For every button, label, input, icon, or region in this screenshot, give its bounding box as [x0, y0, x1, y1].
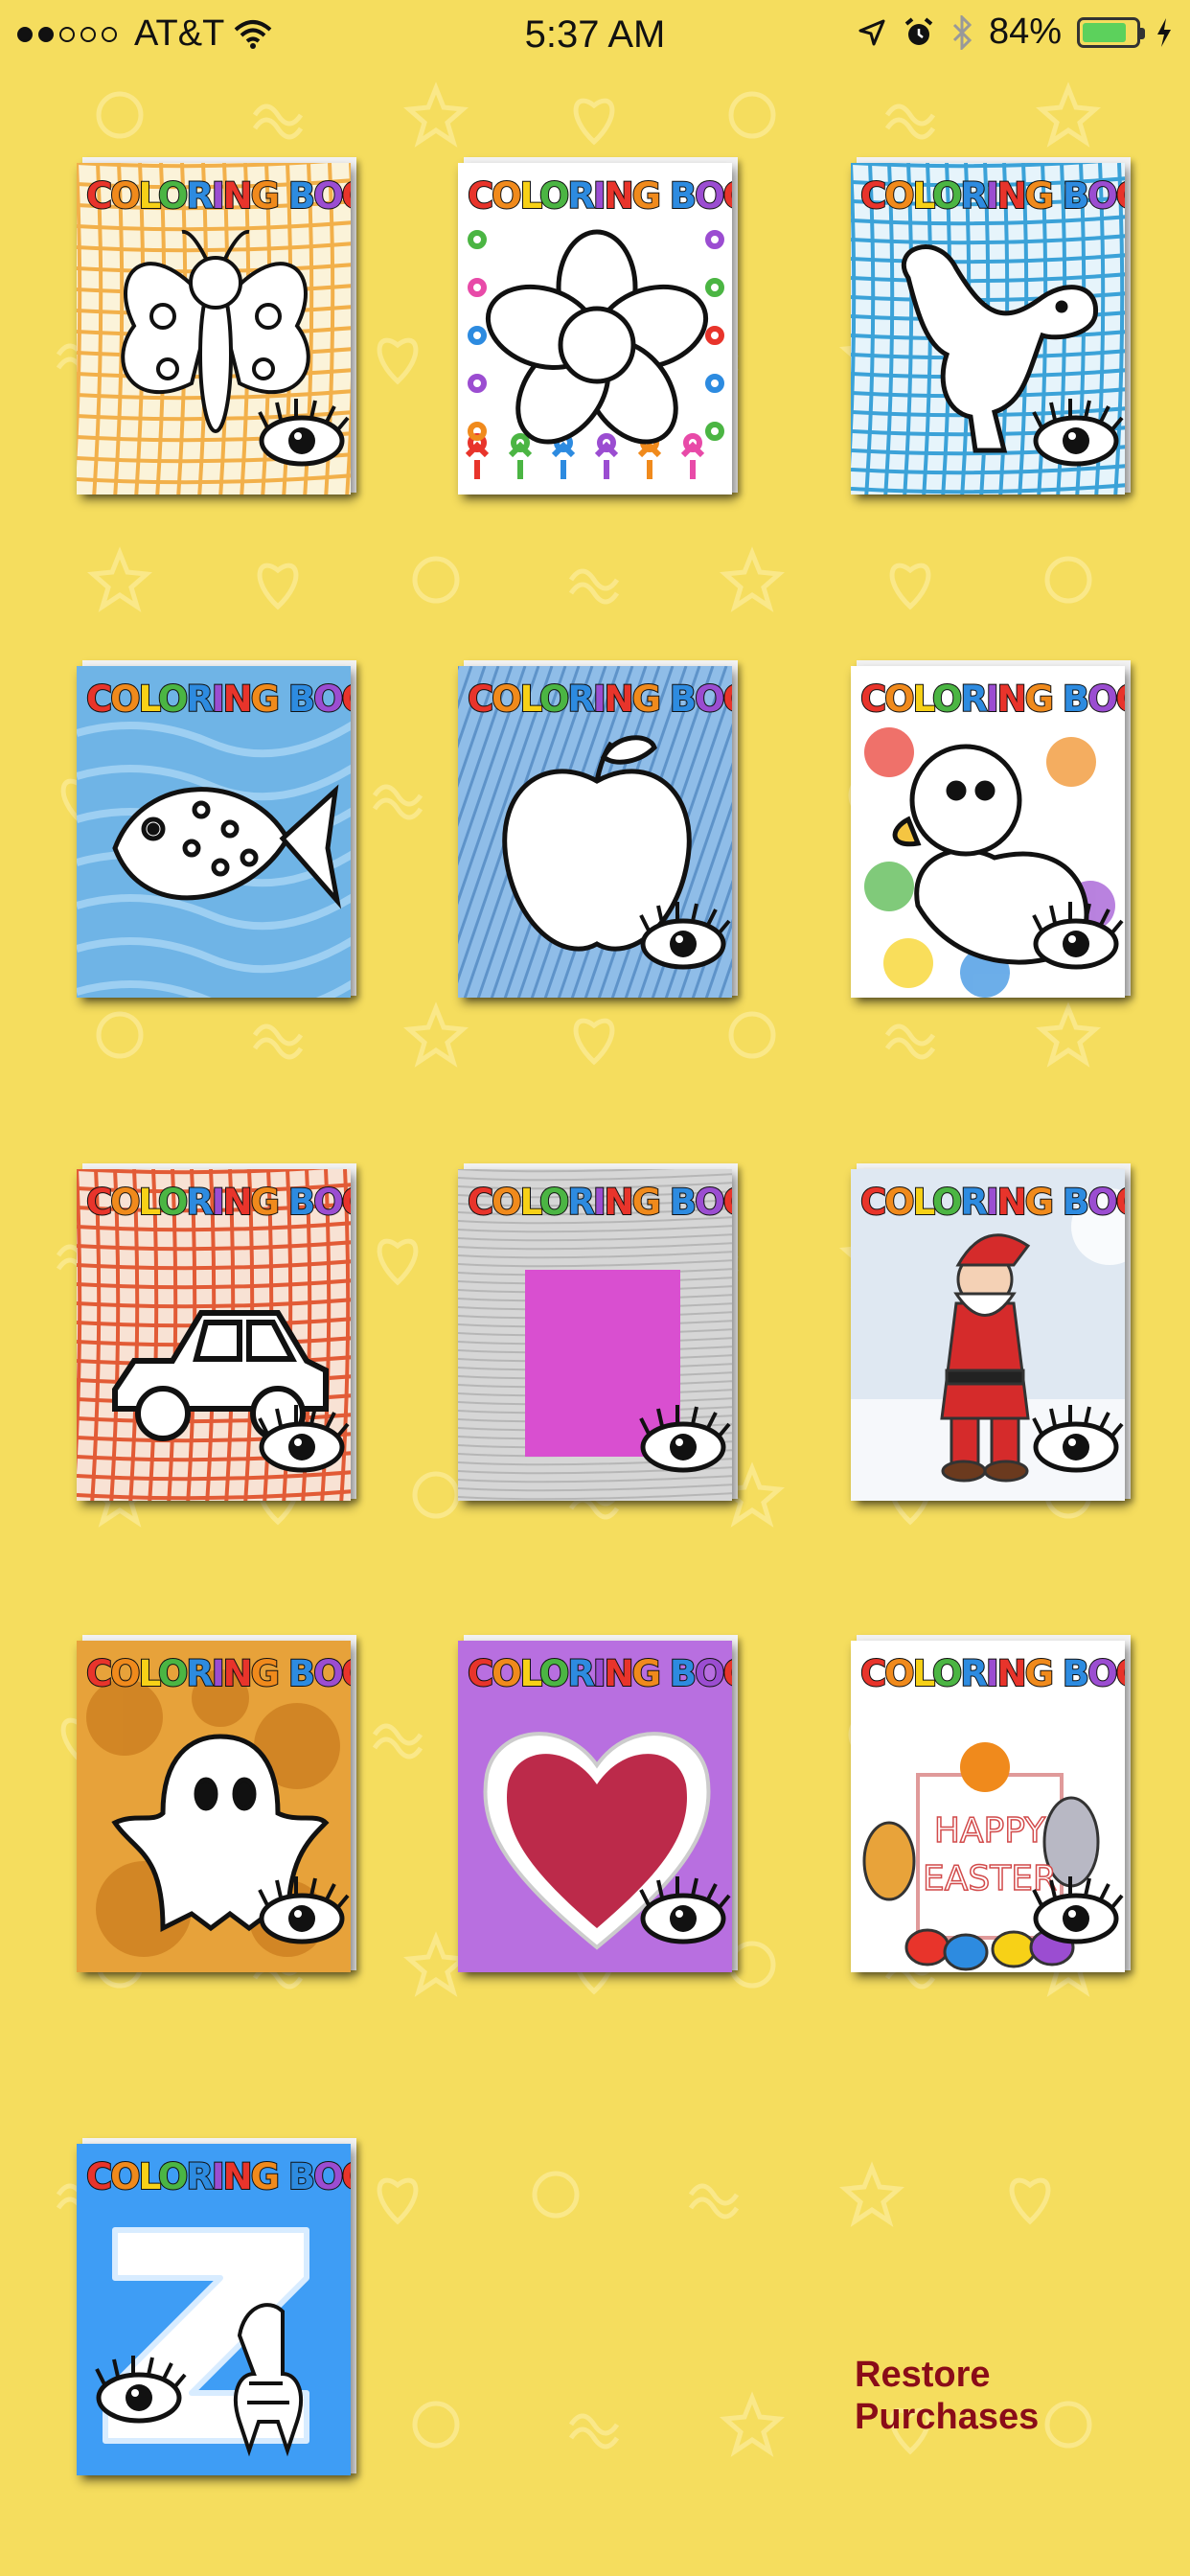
coloring-book-santa[interactable]: COLORING BOOK: [851, 1163, 1131, 1505]
book-title: COLORING BOOK: [85, 1652, 351, 1695]
book-cover: COLORING BOOK: [458, 1169, 732, 1501]
book-cover: COLORING BOOK: [77, 1169, 351, 1501]
book-cover: COLORING BOOK: [851, 666, 1125, 998]
coloring-book-butterfly[interactable]: COLORING BOOK: [77, 157, 356, 498]
book-title: COLORING BOOK: [85, 1181, 351, 1224]
coloring-book-heart[interactable]: COLORING BOOK: [458, 1635, 738, 1976]
coloring-book-blank[interactable]: COLORING BOOK: [458, 1163, 738, 1505]
status-right: 84%: [857, 12, 1173, 53]
battery-fill: [1083, 22, 1127, 42]
book-cover: COLORING BOOK: [851, 1169, 1125, 1501]
coloring-book-fish[interactable]: COLORING BOOK: [77, 660, 356, 1001]
restore-line-2: Purchases: [855, 2397, 1040, 2437]
book-title: COLORING BOOK: [859, 1181, 1125, 1224]
battery-percent: 84%: [988, 12, 1062, 52]
book-cover: COLORING BOOK: [77, 2144, 351, 2475]
location-arrow-icon: [858, 19, 885, 45]
book-cover: COLORING BOOK: [77, 666, 351, 998]
charging-bolt-icon: [1157, 17, 1171, 47]
coloring-book-ghost[interactable]: COLORING BOOK: [77, 1635, 356, 1976]
restore-line-1: Restore: [855, 2355, 991, 2395]
coloring-book-car[interactable]: COLORING BOOK: [77, 1163, 356, 1505]
coloring-book-flower[interactable]: COLORING BOOK: [458, 157, 738, 498]
battery-icon: [1077, 16, 1145, 48]
book-title: COLORING BOOK: [85, 2155, 351, 2198]
book-cover: COLORING BOOK: [77, 163, 351, 494]
book-title: COLORING BOOK: [467, 678, 732, 721]
book-cover: COLORING BOOK: [458, 163, 732, 494]
coloring-book-letter-z[interactable]: COLORING BOOK: [77, 2138, 356, 2479]
coloring-book-duck[interactable]: COLORING BOOK: [851, 660, 1131, 1001]
alarm-icon: [904, 16, 933, 45]
coloring-book-easter[interactable]: HAPPY EASTER COLORING BOOK: [851, 1635, 1131, 1976]
book-title: COLORING BOOK: [859, 174, 1125, 218]
book-cover: HAPPY EASTER COLORING BOOK: [851, 1641, 1125, 1972]
book-cover: COLORING BOOK: [77, 1641, 351, 1972]
easter-sign-text: HAPPY: [934, 1811, 1046, 1851]
book-title: COLORING BOOK: [85, 678, 351, 721]
coloring-book-dinosaur[interactable]: COLORING BOOK: [851, 157, 1131, 498]
book-cover: COLORING BOOK: [458, 666, 732, 998]
book-title: COLORING BOOK: [859, 1652, 1125, 1695]
bluetooth-icon: [952, 14, 973, 50]
restore-purchases-button[interactable]: Restore Purchases: [855, 2354, 1142, 2438]
book-title: COLORING BOOK: [467, 174, 732, 218]
book-title: COLORING BOOK: [859, 678, 1125, 721]
book-title: COLORING BOOK: [467, 1652, 732, 1695]
status-bar: AT&T 5:37 AM 84%: [0, 0, 1190, 71]
book-title: COLORING BOOK: [467, 1181, 732, 1224]
coloring-book-apple[interactable]: COLORING BOOK: [458, 660, 738, 1001]
book-cover: COLORING BOOK: [851, 163, 1125, 494]
book-title: COLORING BOOK: [85, 174, 351, 218]
book-cover: COLORING BOOK: [458, 1641, 732, 1972]
